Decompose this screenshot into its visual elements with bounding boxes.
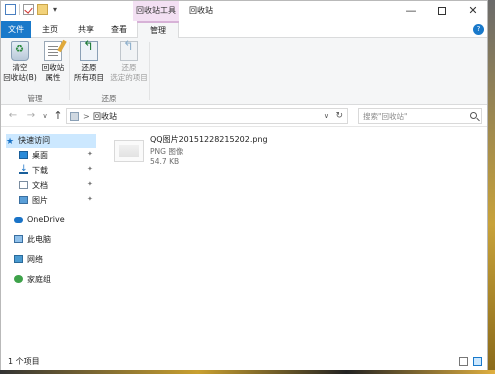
- nav-item-this-pc[interactable]: 此电脑: [14, 233, 99, 247]
- nav-label: 网络: [27, 255, 43, 264]
- explorer-window: ▾ 回收站工具 回收站 — ✕ 文件 主页 共享 查看 管理 ? 清空 回收站(…: [0, 0, 488, 370]
- nav-item-homegroup[interactable]: 家庭组: [14, 273, 99, 287]
- recycle-bin-icon: [11, 41, 29, 61]
- restore-all-items-button[interactable]: 还原 所有项目: [69, 41, 109, 83]
- document-icon: [19, 181, 28, 189]
- tab-view[interactable]: 查看: [105, 21, 133, 38]
- tab-file[interactable]: 文件: [1, 21, 31, 38]
- pin-icon: ✦: [87, 195, 93, 203]
- nav-label: 文档: [32, 181, 48, 190]
- new-folder-icon[interactable]: [37, 4, 48, 15]
- ribbon-tabs: 文件 主页 共享 查看 管理: [1, 21, 487, 39]
- recycle-bin-icon: [70, 112, 79, 121]
- restore-selected-icon: [120, 41, 138, 61]
- nav-label: 家庭组: [27, 275, 51, 284]
- restore-selected-items-button[interactable]: 还原 选定的项目: [109, 41, 149, 83]
- nav-label: 此电脑: [27, 235, 51, 244]
- pictures-icon: [19, 196, 28, 204]
- pin-icon: ✦: [87, 180, 93, 188]
- navigation-pane: ★快速访问 桌面 ✦ 下载 ✦ 文档 ✦ 图片 ✦ OneDrive 此电脑 网…: [1, 128, 101, 353]
- desktop-background: [0, 370, 495, 374]
- maximize-button[interactable]: [428, 1, 456, 21]
- desktop-icon: [19, 151, 28, 159]
- status-bar: 1 个项目: [1, 353, 487, 370]
- properties-icon[interactable]: [5, 4, 16, 15]
- help-icon[interactable]: ?: [473, 24, 484, 35]
- star-icon: ★: [6, 137, 15, 147]
- details-view-icon[interactable]: [459, 357, 468, 366]
- title-bar: ▾ 回收站工具 回收站 — ✕: [1, 1, 487, 21]
- search-input[interactable]: 搜索"回收站": [358, 108, 482, 124]
- address-bar[interactable]: > 回收站 ∨ ↻: [66, 108, 348, 124]
- bin-props-label-line2: 属性: [45, 73, 61, 82]
- nav-label: 快速访问: [18, 136, 51, 145]
- restore-icon: [80, 41, 98, 61]
- tab-share[interactable]: 共享: [71, 21, 101, 38]
- item-count: 1 个项目: [8, 357, 40, 366]
- ribbon-panel: ? 清空 回收站(B) 回收站 属性 还原 所有项目 还原 选定的项目 管理 还…: [1, 24, 487, 105]
- search-placeholder: 搜索"回收站": [363, 112, 408, 121]
- close-button[interactable]: ✕: [459, 1, 487, 21]
- restore-all-label-line1: 还原: [81, 63, 97, 72]
- pin-icon: ✦: [87, 165, 93, 173]
- nav-label: OneDrive: [27, 215, 65, 224]
- search-icon[interactable]: [470, 112, 477, 119]
- refresh-icon[interactable]: ↻: [335, 109, 343, 124]
- forward-button[interactable]: →: [25, 109, 37, 123]
- properties-icon: [44, 41, 62, 61]
- back-button[interactable]: ←: [7, 109, 19, 123]
- maximize-icon: [438, 7, 446, 15]
- address-dropdown-chevron-icon[interactable]: ∨: [324, 109, 329, 124]
- file-item[interactable]: QQ图片20151228215202.png PNG 图像 54.7 KB: [108, 132, 308, 172]
- nav-label: 桌面: [32, 151, 48, 160]
- recycle-bin-properties-button[interactable]: 回收站 属性: [37, 41, 69, 83]
- file-type: PNG 图像: [150, 147, 184, 156]
- nav-item-quick-access[interactable]: ★ 快速访问: [6, 134, 96, 148]
- window-title: 回收站: [189, 6, 213, 15]
- network-icon: [14, 255, 23, 263]
- tab-manage[interactable]: 管理: [137, 21, 179, 39]
- recent-locations-chevron-icon[interactable]: ∨: [39, 109, 51, 123]
- restore-sel-label-line2: 选定的项目: [110, 73, 148, 82]
- breadcrumb-separator[interactable]: >: [83, 109, 90, 124]
- minimize-button[interactable]: —: [397, 1, 425, 21]
- group-divider: [149, 42, 150, 100]
- empty-bin-label-line2: 回收站(B): [3, 73, 37, 82]
- context-tab-group-label: 回收站工具: [133, 1, 179, 21]
- nav-label: 图片: [32, 196, 48, 205]
- file-size: 54.7 KB: [150, 157, 180, 166]
- group-label-manage: 管理: [27, 94, 43, 103]
- customize-toolbar-chevron-icon[interactable]: ▾: [51, 4, 59, 15]
- checkmark-icon[interactable]: [23, 4, 34, 15]
- cloud-icon: [14, 217, 23, 223]
- image-thumbnail: [114, 140, 144, 162]
- empty-bin-label-line1: 清空: [12, 63, 28, 72]
- nav-item-network[interactable]: 网络: [14, 253, 99, 267]
- toolbar-separator: [19, 4, 20, 15]
- file-name: QQ图片20151228215202.png: [150, 135, 268, 144]
- quick-access-toolbar: ▾: [5, 4, 59, 15]
- up-button[interactable]: ↑: [52, 109, 64, 123]
- empty-recycle-bin-button[interactable]: 清空 回收站(B): [3, 41, 37, 83]
- large-icons-view-icon[interactable]: [473, 357, 482, 366]
- group-label-restore: 还原: [101, 94, 117, 103]
- desktop-background: [488, 0, 495, 374]
- bin-props-label-line1: 回收站: [41, 63, 65, 72]
- file-list: QQ图片20151228215202.png PNG 图像 54.7 KB: [102, 128, 487, 353]
- restore-sel-label-line1: 还原: [121, 63, 137, 72]
- nav-label: 下载: [32, 166, 48, 175]
- homegroup-icon: [14, 275, 23, 283]
- restore-all-label-line2: 所有项目: [74, 73, 104, 82]
- nav-item-onedrive[interactable]: OneDrive: [14, 213, 99, 227]
- download-icon: [19, 162, 28, 176]
- address-row: ← → ∨ ↑ > 回收站 ∨ ↻ 搜索"回收站": [1, 105, 487, 127]
- breadcrumb-recycle-bin[interactable]: 回收站: [93, 109, 117, 124]
- pin-icon: ✦: [87, 150, 93, 158]
- tab-home[interactable]: 主页: [35, 21, 65, 38]
- computer-icon: [14, 235, 23, 243]
